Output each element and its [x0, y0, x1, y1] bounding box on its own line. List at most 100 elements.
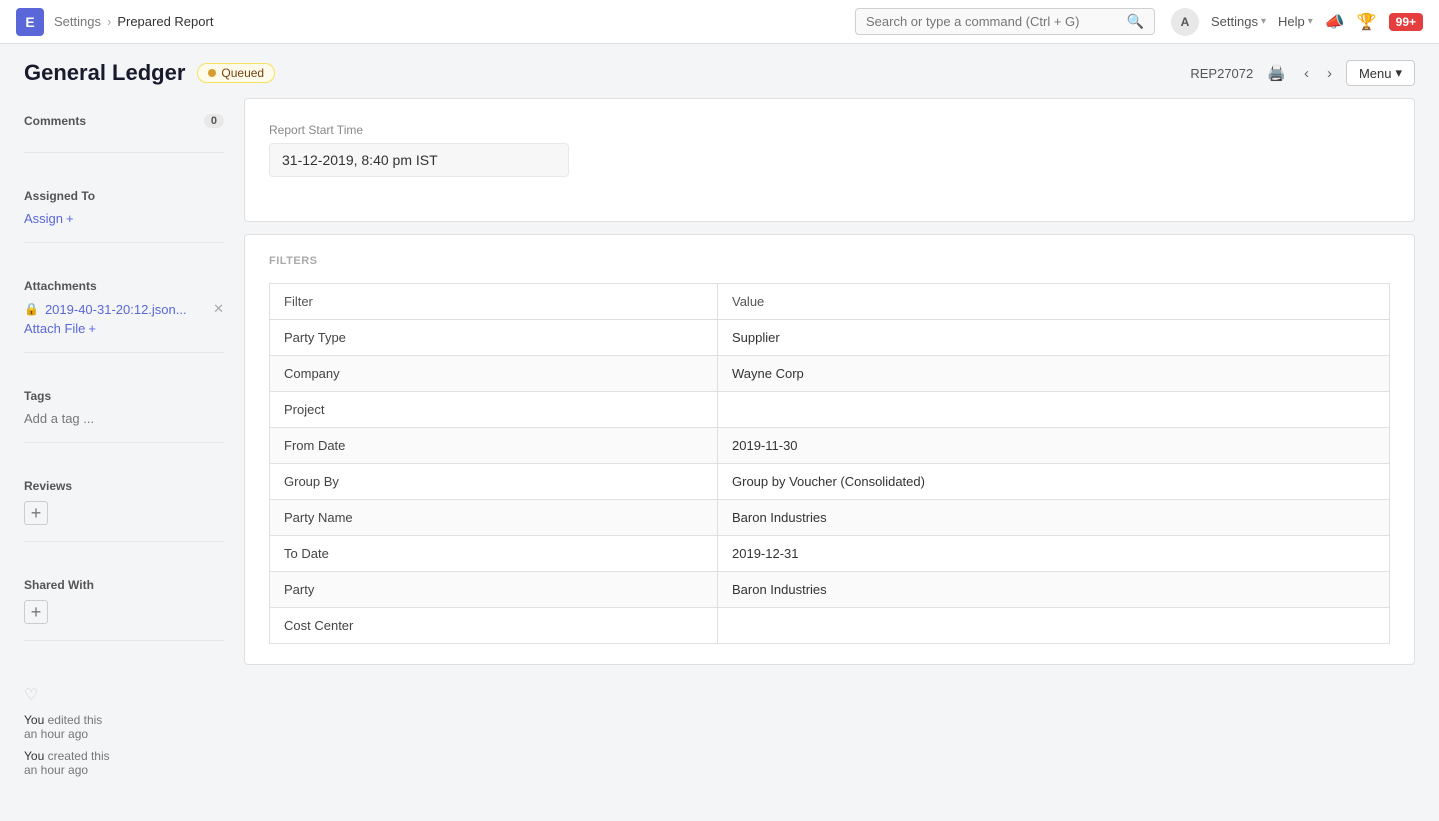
- attachments-label: Attachments: [24, 279, 224, 293]
- filters-table-row: To Date2019-12-31: [270, 536, 1390, 572]
- filter-name-cell: Group By: [270, 464, 718, 500]
- search-icon: 🔍: [1127, 13, 1144, 30]
- breadcrumb-sep-1: ›: [107, 14, 111, 29]
- trophy-icon[interactable]: 🏆: [1357, 12, 1377, 32]
- filter-col-header: Filter: [270, 284, 718, 320]
- add-review-button[interactable]: +: [24, 501, 48, 525]
- filter-value-cell: [718, 392, 1390, 428]
- report-start-time-field: Report Start Time 31-12-2019, 8:40 pm IS…: [269, 123, 569, 177]
- filter-value-cell: Supplier: [718, 320, 1390, 356]
- timeline-entry-1: You created this an hour ago: [24, 749, 224, 777]
- lock-icon: 🔒: [24, 302, 39, 316]
- filters-table-row: Project: [270, 392, 1390, 428]
- timeline-entry-0: You edited this an hour ago: [24, 713, 224, 741]
- attachment-filename: 2019-40-31-20:12.json...: [45, 302, 187, 317]
- sidebar-comments-section: Comments 0: [24, 98, 224, 153]
- filters-table-row: Group ByGroup by Voucher (Consolidated): [270, 464, 1390, 500]
- sidebar-attachments-section: Attachments 🔒 2019-40-31-20:12.json... ✕…: [24, 263, 224, 353]
- search-input[interactable]: [866, 14, 1127, 29]
- tags-label: Tags: [24, 389, 224, 403]
- sidebar-shared-section: Shared With +: [24, 562, 224, 641]
- help-nav-link[interactable]: Help ▾: [1278, 14, 1313, 29]
- top-navigation: E Settings › Prepared Report 🔍 A Setting…: [0, 0, 1439, 44]
- report-info-inner: Report Start Time 31-12-2019, 8:40 pm IS…: [245, 99, 1414, 221]
- reviews-label: Reviews: [24, 479, 224, 493]
- attachment-remove-icon[interactable]: ✕: [213, 301, 224, 317]
- report-info-row: Report Start Time 31-12-2019, 8:40 pm IS…: [269, 123, 1390, 177]
- breadcrumb-root[interactable]: Settings: [54, 14, 101, 29]
- page-body: Comments 0 Assigned To Assign + Attachme…: [0, 98, 1439, 821]
- sidebar-assigned-section: Assigned To Assign +: [24, 173, 224, 243]
- assigned-to-label: Assigned To: [24, 189, 224, 203]
- status-label: Queued: [221, 66, 264, 80]
- filter-value-cell: Wayne Corp: [718, 356, 1390, 392]
- filters-section: FILTERS Filter Value Party TypeSupplierC…: [245, 235, 1414, 664]
- status-badge: Queued: [197, 63, 275, 83]
- page-header: General Ledger Queued REP27072 🖨️ ‹ › Me…: [0, 44, 1439, 98]
- notification-badge[interactable]: 99+: [1389, 13, 1423, 31]
- report-start-time-label: Report Start Time: [269, 123, 569, 137]
- assign-link[interactable]: Assign +: [24, 211, 224, 226]
- report-info-panel: Report Start Time 31-12-2019, 8:40 pm IS…: [244, 98, 1415, 222]
- attach-file-link[interactable]: Attach File +: [24, 321, 224, 336]
- sidebar: Comments 0 Assigned To Assign + Attachme…: [24, 98, 244, 821]
- megaphone-icon[interactable]: 📣: [1325, 12, 1345, 32]
- heart-icon: ♡: [24, 685, 224, 705]
- timeline-action-0: edited this: [48, 713, 103, 727]
- app-logo[interactable]: E: [16, 8, 44, 36]
- filters-table: Filter Value Party TypeSupplierCompanyWa…: [269, 283, 1390, 644]
- assign-plus-icon: +: [66, 211, 74, 226]
- filter-name-cell: Party: [270, 572, 718, 608]
- comments-count: 0: [204, 114, 224, 128]
- settings-caret-icon: ▾: [1261, 16, 1266, 27]
- settings-nav-link[interactable]: Settings ▾: [1211, 14, 1266, 29]
- filter-name-cell: Party Type: [270, 320, 718, 356]
- sidebar-tags-section: Tags Add a tag ...: [24, 373, 224, 443]
- sidebar-timeline-section: ♡ You edited this an hour ago You create…: [24, 661, 224, 801]
- filter-value-cell: 2019-12-31: [718, 536, 1390, 572]
- filter-value-cell: Baron Industries: [718, 572, 1390, 608]
- page-title: General Ledger: [24, 60, 185, 86]
- attach-plus-icon: +: [88, 321, 96, 336]
- filter-value-cell: 2019-11-30: [718, 428, 1390, 464]
- search-bar[interactable]: 🔍: [855, 8, 1155, 35]
- print-icon[interactable]: 🖨️: [1263, 62, 1290, 84]
- avatar[interactable]: A: [1171, 8, 1199, 36]
- filter-value-cell: [718, 608, 1390, 644]
- prev-icon[interactable]: ‹: [1300, 63, 1313, 84]
- comments-label: Comments 0: [24, 114, 224, 128]
- sidebar-reviews-section: Reviews +: [24, 463, 224, 542]
- menu-caret-icon: ▾: [1395, 65, 1402, 81]
- help-caret-icon: ▾: [1308, 16, 1313, 27]
- filter-name-cell: Project: [270, 392, 718, 428]
- filters-table-row: CompanyWayne Corp: [270, 356, 1390, 392]
- menu-button[interactable]: Menu ▾: [1346, 60, 1415, 86]
- page-header-right: REP27072 🖨️ ‹ › Menu ▾: [1190, 60, 1415, 86]
- filter-value-cell: Baron Industries: [718, 500, 1390, 536]
- filter-value-cell: Group by Voucher (Consolidated): [718, 464, 1390, 500]
- timeline-user-0: You: [24, 713, 44, 727]
- attachment-item[interactable]: 🔒 2019-40-31-20:12.json... ✕: [24, 301, 224, 317]
- shared-with-label: Shared With: [24, 578, 224, 592]
- add-tag-link[interactable]: Add a tag ...: [24, 411, 224, 426]
- filters-title: FILTERS: [269, 255, 1390, 267]
- timeline-user-1: You: [24, 749, 44, 763]
- add-shared-button[interactable]: +: [24, 600, 48, 624]
- filters-table-row: Party NameBaron Industries: [270, 500, 1390, 536]
- next-icon[interactable]: ›: [1323, 63, 1336, 84]
- report-start-time-value: 31-12-2019, 8:40 pm IST: [269, 143, 569, 177]
- filter-name-cell: To Date: [270, 536, 718, 572]
- timeline-time-1: an hour ago: [24, 763, 88, 777]
- top-nav-right: A Settings ▾ Help ▾ 📣 🏆 99+: [1171, 8, 1423, 36]
- filters-table-row: Cost Center: [270, 608, 1390, 644]
- breadcrumb-current: Prepared Report: [117, 14, 213, 29]
- breadcrumb: Settings › Prepared Report: [54, 14, 213, 29]
- filters-panel: FILTERS Filter Value Party TypeSupplierC…: [244, 234, 1415, 665]
- main-content: Report Start Time 31-12-2019, 8:40 pm IS…: [244, 98, 1415, 821]
- timeline-time-0: an hour ago: [24, 727, 88, 741]
- filter-name-cell: Company: [270, 356, 718, 392]
- filters-table-row: PartyBaron Industries: [270, 572, 1390, 608]
- page-title-area: General Ledger Queued: [24, 60, 275, 86]
- status-dot: [208, 69, 216, 77]
- value-col-header: Value: [718, 284, 1390, 320]
